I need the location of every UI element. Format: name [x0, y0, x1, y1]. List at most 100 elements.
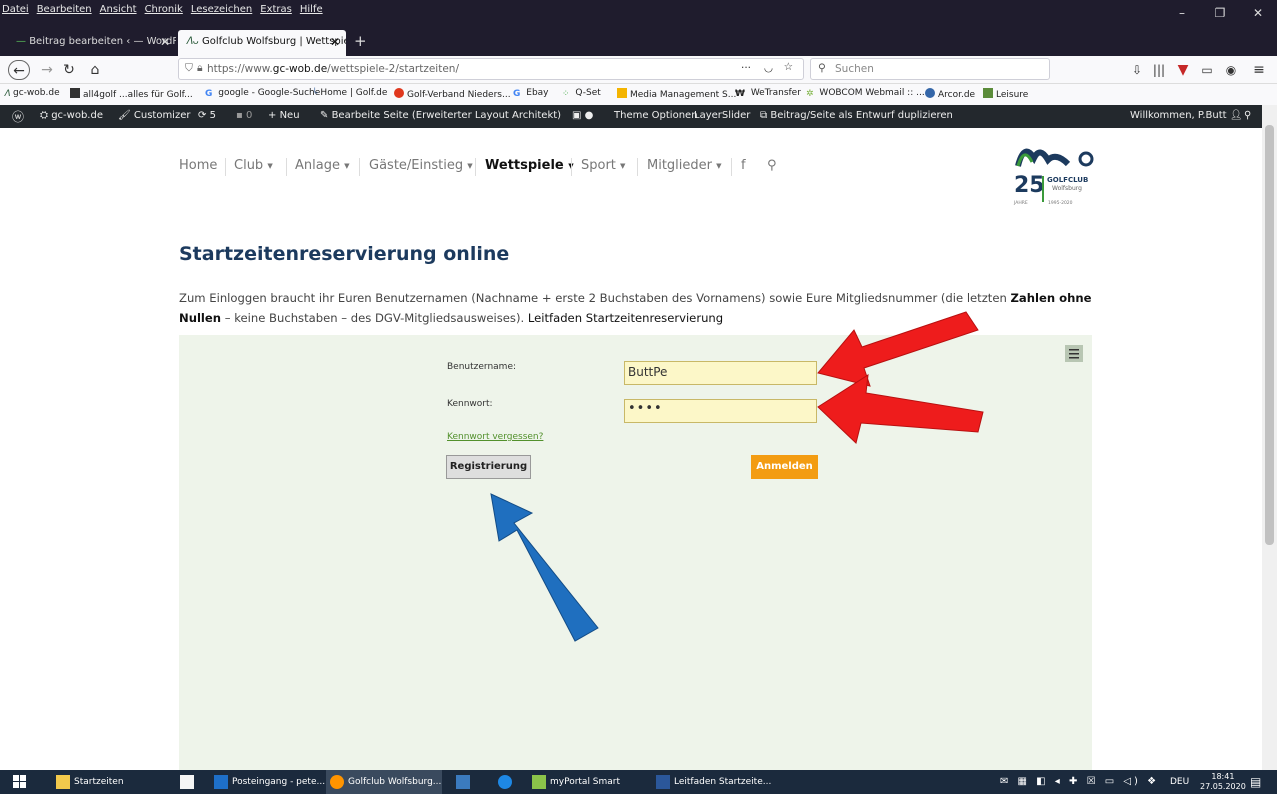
clock-time: 18:41: [1211, 772, 1235, 781]
wordpress-tab-icon: —: [16, 36, 30, 47]
nav-anlage[interactable]: Anlage ▾: [295, 158, 350, 173]
bookmark-item[interactable]: ✲ WOBCOM Webmail :: ...: [806, 88, 925, 99]
menu-extras[interactable]: Extras: [260, 4, 292, 15]
taskbar-outlook[interactable]: Posteingang - pete...: [210, 770, 325, 794]
back-icon[interactable]: ←: [8, 60, 30, 80]
nav-mitglieder[interactable]: Mitglieder ▾: [647, 158, 722, 173]
admin-layerslider-link[interactable]: LayerSlider: [694, 110, 750, 121]
register-button[interactable]: Registrierung: [446, 455, 531, 479]
search-icon[interactable]: ⚲: [767, 158, 777, 173]
bookmark-star-icon[interactable]: ☆: [784, 61, 793, 73]
menu-ansicht[interactable]: Ansicht: [100, 4, 137, 15]
bookmark-item[interactable]: Arcor.de: [925, 88, 975, 100]
sidebar-icon[interactable]: ▭: [1196, 60, 1218, 80]
nav-wettspiele[interactable]: Wettspiele ▾: [485, 158, 574, 173]
library-icon[interactable]: |||: [1148, 60, 1170, 80]
search-icon: ⚲: [818, 62, 826, 74]
bookmark-item[interactable]: ⁘ Q-Set: [562, 88, 601, 99]
page-scrollbar[interactable]: [1262, 105, 1277, 770]
search-input[interactable]: ⚲ Suchen: [810, 58, 1050, 80]
menu-lesezeichen[interactable]: Lesezeichen: [191, 4, 252, 15]
restore-icon[interactable]: ❐: [1201, 0, 1239, 26]
admin-site-link[interactable]: ⛭ gc-wob.de: [40, 110, 103, 121]
admin-plugin-icon[interactable]: ▣ ●: [572, 110, 593, 121]
menu-chronik[interactable]: Chronik: [145, 4, 183, 15]
notifications-icon[interactable]: ▤: [1250, 770, 1261, 794]
taskbar-edge-icon[interactable]: [494, 770, 520, 794]
admin-updates-link[interactable]: ⟳ 5: [198, 110, 216, 121]
navigation-bar: ← → ↻ ⌂ ⛉ 🔒︎ https://www.gc-wob.de/wetts…: [0, 56, 1277, 84]
tab-wordpress[interactable]: — Beitrag bearbeiten ‹ — WordPr ✕: [8, 30, 176, 56]
admin-theme-options-link[interactable]: Theme Optionen: [614, 110, 698, 121]
nav-gaeste[interactable]: Gäste/Einstieg ▾: [369, 158, 473, 173]
bookmark-item[interactable]: G Ebay: [513, 88, 549, 99]
facebook-icon[interactable]: f: [741, 158, 746, 173]
forgot-password-link[interactable]: Kennwort vergessen?: [447, 432, 543, 442]
shield-icon[interactable]: ⛉: [185, 62, 193, 75]
golfclub-logo[interactable]: 25 GOLFCLUB Wolfsburg JAHRE 1995-2020: [1010, 136, 1100, 211]
logo-years: 1995-2020: [1048, 201, 1073, 206]
reload-icon[interactable]: ↻: [58, 60, 80, 80]
bookmark-item[interactable]: Media Management S...: [617, 88, 736, 100]
wordpress-logo-icon[interactable]: ⓦ: [12, 108, 24, 125]
url-bar[interactable]: ⛉ 🔒︎ https://www.gc-wob.de/wettspiele-2/…: [178, 58, 804, 80]
bookmark-item[interactable]: Leisure: [983, 88, 1028, 100]
downloads-icon[interactable]: ⇩: [1126, 60, 1148, 80]
admin-user-menu[interactable]: Willkommen, P.Butt 👤︎: [1130, 110, 1242, 121]
adblock-shield-icon[interactable]: ▼: [1172, 60, 1194, 80]
admin-duplicate-link[interactable]: ⧉ Beitrag/Seite als Entwurf duplizieren: [760, 110, 953, 121]
tab-close-icon[interactable]: ✕: [330, 35, 340, 49]
lock-icon: 🔒︎: [197, 62, 203, 74]
login-panel: Benutzername: ButtPe Kennwort: •••• Kenn…: [179, 335, 1092, 770]
menu-hilfe[interactable]: Hilfe: [300, 4, 323, 15]
new-tab-button[interactable]: +: [350, 30, 372, 56]
bookmark-item[interactable]: all4golf ...alles für Golf...: [70, 88, 193, 100]
clock[interactable]: 18:41 27.05.2020: [1200, 772, 1246, 792]
taskbar-store[interactable]: [176, 770, 206, 794]
tab-golfclub[interactable]: 𝛬ᴗ Golfclub Wolfsburg | Wettspiel ✕: [178, 30, 346, 56]
pocket-icon[interactable]: ◡: [764, 62, 773, 74]
page-actions-icon[interactable]: ···: [741, 62, 751, 74]
windows-taskbar: Startzeiten Posteingang - pete... Golfcl…: [0, 770, 1277, 794]
admin-new-link[interactable]: + Neu: [268, 110, 300, 121]
menu-bearbeiten[interactable]: Bearbeiten: [37, 4, 92, 15]
forward-icon[interactable]: →: [36, 60, 58, 80]
menu-bar: Datei Bearbeiten Ansicht Chronik Lesezei…: [0, 0, 1277, 26]
taskbar-media[interactable]: [452, 770, 478, 794]
admin-search-icon[interactable]: ⚲: [1244, 110, 1251, 121]
admin-edit-link[interactable]: ✎ Bearbeite Seite (Erweiterter Layout Ar…: [320, 110, 561, 121]
bookmark-item[interactable]: G google - Google-Suche: [205, 88, 320, 99]
extension-icon[interactable]: ◉: [1220, 60, 1242, 80]
wp-admin-bar: ⓦ ⛭ gc-wob.de 🖌︎ Customizer ⟳ 5 ▪ 0 + Ne…: [0, 105, 1262, 128]
home-icon[interactable]: ⌂: [84, 60, 106, 80]
scrollbar-thumb[interactable]: [1265, 125, 1274, 545]
input-language[interactable]: DEU: [1170, 770, 1189, 794]
windows-start-icon[interactable]: [4, 770, 34, 794]
menu-datei[interactable]: Datei: [2, 4, 29, 15]
close-icon[interactable]: ✕: [1239, 0, 1277, 26]
guide-link[interactable]: Leitfaden Startzeitenreservierung: [528, 311, 723, 325]
login-button[interactable]: Anmelden: [751, 455, 818, 479]
tab-close-icon[interactable]: ✕: [160, 35, 170, 49]
nav-club[interactable]: Club ▾: [234, 158, 273, 173]
taskbar-explorer[interactable]: Startzeiten: [52, 770, 172, 794]
hamburger-menu-icon[interactable]: ≡: [1248, 60, 1270, 80]
username-field[interactable]: ButtPe: [624, 361, 817, 385]
password-label: Kennwort:: [447, 399, 493, 409]
logo-city: Wolfsburg: [1052, 185, 1082, 192]
minimize-icon[interactable]: –: [1163, 0, 1201, 26]
taskbar-myportal[interactable]: myPortal Smart: [528, 770, 640, 794]
taskbar-word[interactable]: Leitfaden Startzeite...: [652, 770, 771, 794]
bookmark-item[interactable]: 𝛬gc-wob.de: [4, 88, 60, 99]
panel-menu-icon[interactable]: [1065, 345, 1083, 362]
bookmark-item[interactable]: ₩ WeTransfer: [735, 88, 801, 99]
system-tray-icons[interactable]: ✉ ▦ ◧ ◂ ✚ ☒ ▭ ◁) ❖: [1000, 770, 1156, 794]
password-field[interactable]: ••••: [624, 399, 817, 423]
admin-customizer-link[interactable]: 🖌︎ Customizer: [118, 110, 190, 121]
taskbar-firefox[interactable]: Golfclub Wolfsburg...: [326, 770, 442, 794]
admin-comments-link[interactable]: ▪ 0: [236, 110, 252, 121]
bookmark-item[interactable]: Golf-Verband Nieders...: [394, 88, 511, 100]
nav-home[interactable]: Home: [179, 158, 217, 173]
nav-sport[interactable]: Sport ▾: [581, 158, 625, 173]
bookmark-item[interactable]: ╰ Home | Golf.de: [312, 88, 387, 99]
